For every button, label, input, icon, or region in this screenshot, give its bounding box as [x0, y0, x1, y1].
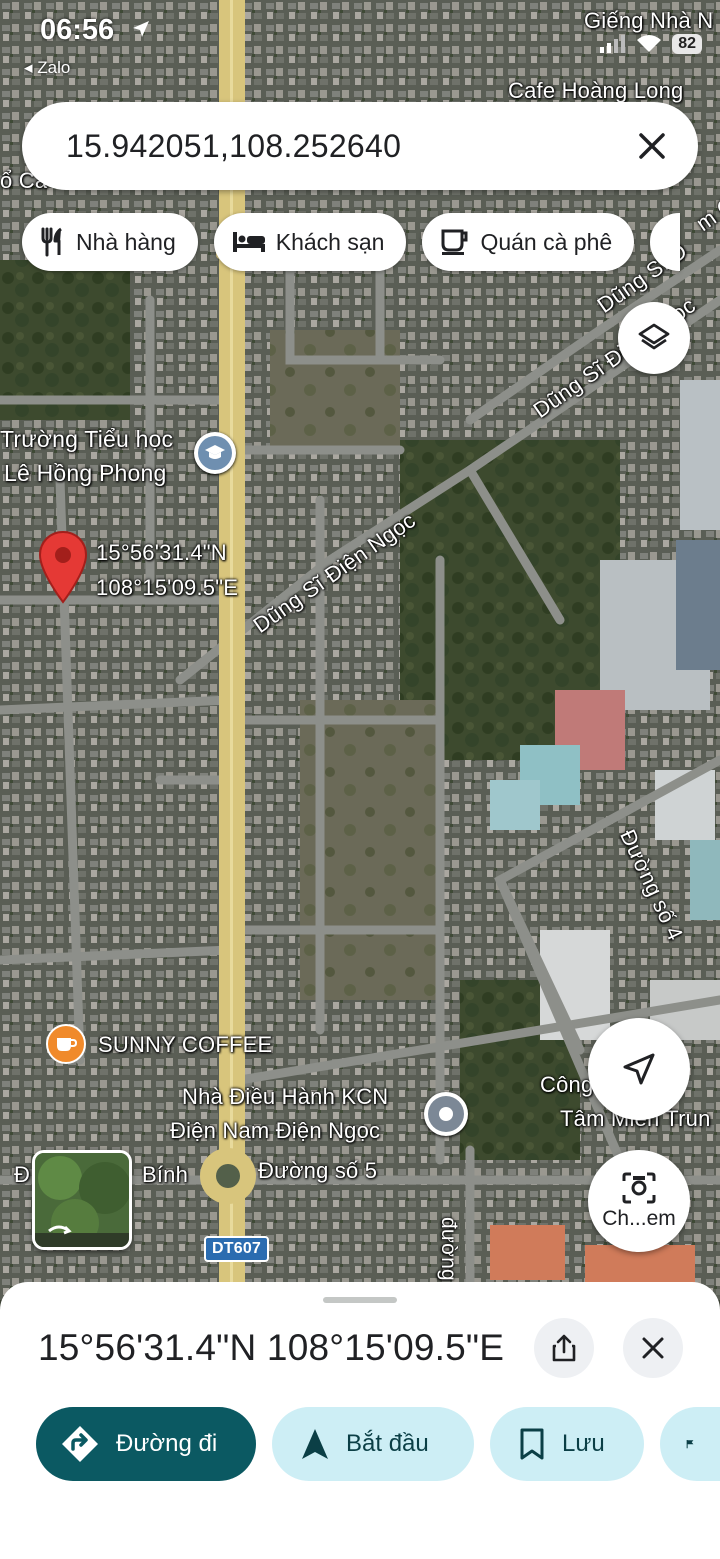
- search-bar[interactable]: 15.942051,108.252640: [22, 102, 698, 190]
- chip-hotels[interactable]: Khách sạn: [213, 213, 407, 271]
- pin-latitude-label: 15°56'31.4"N: [96, 540, 227, 565]
- bookmark-icon: [520, 1428, 544, 1460]
- my-location-button[interactable]: [588, 1018, 690, 1120]
- save-button[interactable]: Lưu: [490, 1407, 644, 1481]
- road-label: Đường số 5: [258, 1158, 378, 1183]
- directions-label: Đường đi: [116, 1430, 218, 1457]
- flag-icon: [686, 1440, 694, 1449]
- status-bar: 06:56 ◂ Zalo 82: [0, 0, 720, 90]
- navigation-icon: [302, 1429, 328, 1459]
- hotel-icon: [232, 232, 265, 252]
- navigation-arrow-icon: [623, 1053, 655, 1085]
- start-label: Bắt đầu: [346, 1430, 429, 1457]
- road-label: đường: [437, 1217, 460, 1281]
- road-label: Bính: [142, 1162, 189, 1187]
- restaurant-icon: [41, 227, 62, 257]
- search-input[interactable]: 15.942051,108.252640: [66, 128, 401, 165]
- status-icons: 82: [600, 34, 702, 54]
- directions-button[interactable]: Đường đi: [36, 1407, 256, 1481]
- pin-longitude-label: 108°15'09.5"E: [96, 575, 239, 600]
- camera-lens-icon: [622, 1172, 656, 1204]
- cafe-marker-icon[interactable]: [46, 1024, 86, 1064]
- place-title: 15°56'31.4"N 108°15'09.5"E: [38, 1327, 505, 1368]
- place-label[interactable]: Điện Nam Điện Ngọc: [170, 1118, 380, 1144]
- back-to-app-link[interactable]: ◂ Zalo: [24, 58, 70, 78]
- more-actions-button[interactable]: [660, 1407, 720, 1481]
- place-label[interactable]: Nhà Điều Hành KCN: [182, 1084, 388, 1110]
- battery-indicator: 82: [672, 34, 702, 54]
- place-sheet: 15°56'31.4"N 108°15'09.5"E Đường đi Bắt …: [0, 1282, 720, 1559]
- close-icon[interactable]: [636, 130, 668, 162]
- save-label: Lưu: [562, 1430, 605, 1457]
- route-shield: DT607: [204, 1236, 270, 1262]
- close-icon: [642, 1337, 664, 1359]
- layers-icon: [638, 323, 670, 350]
- chip-coffee[interactable]: Quán cà phê: [422, 213, 635, 271]
- chip-more[interactable]: [650, 213, 681, 271]
- maps-screen: Giếng Nhà N Cafe Hoàng Long ổ Ca m Ca Tr…: [0, 0, 720, 1559]
- category-chips: Nhà hàng Khách sạn Quán cà phê: [22, 213, 681, 271]
- share-button[interactable]: [534, 1318, 594, 1378]
- road-label: Đ: [14, 1162, 31, 1187]
- wifi-icon: [637, 35, 662, 52]
- close-sheet-button[interactable]: [623, 1318, 683, 1378]
- drag-handle[interactable]: [323, 1297, 397, 1303]
- camera-label: Ch...em: [602, 1207, 676, 1230]
- chip-label: Nhà hàng: [76, 228, 176, 255]
- school-icon[interactable]: [194, 432, 236, 474]
- coffee-icon: [441, 229, 468, 255]
- street-view-preview: [35, 1153, 129, 1247]
- place-label[interactable]: SUNNY COFFEE: [98, 1032, 272, 1058]
- place-label[interactable]: Công: [540, 1072, 593, 1098]
- chip-label: Quán cà phê: [480, 228, 613, 255]
- location-arrow-icon: [133, 21, 149, 37]
- action-buttons: Đường đi Bắt đầu Lưu: [36, 1407, 720, 1481]
- place-marker-icon[interactable]: [424, 1092, 468, 1136]
- layers-button[interactable]: [618, 302, 690, 374]
- location-pin-icon[interactable]: [38, 530, 88, 604]
- school-label[interactable]: Trường Tiểu học: [0, 426, 173, 453]
- start-button[interactable]: Bắt đầu: [272, 1407, 474, 1481]
- directions-icon: [62, 1426, 98, 1462]
- street-view-thumbnail[interactable]: [32, 1150, 132, 1250]
- signal-icon: [600, 35, 626, 53]
- share-icon: [552, 1334, 576, 1362]
- chip-restaurants[interactable]: Nhà hàng: [22, 213, 198, 271]
- school-label[interactable]: Lê Hồng Phong: [4, 460, 166, 487]
- chip-label: Khách sạn: [275, 228, 385, 255]
- camera-search-button[interactable]: Ch...em: [588, 1150, 690, 1252]
- clock: 06:56: [40, 14, 115, 46]
